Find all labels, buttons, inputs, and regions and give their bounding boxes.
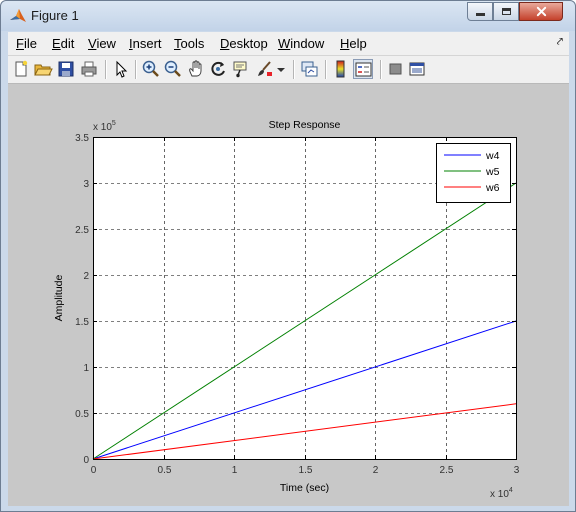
y-tick-label: 0.5 [75,409,89,420]
figure-window: Figure 1 File Edit View Insert Tools Des… [0,0,576,512]
new-figure-icon[interactable] [11,59,31,79]
figure-toolbar [8,56,569,84]
legend[interactable]: w4 w5 w6 [436,143,511,203]
show-plot-tools-icon[interactable] [407,59,427,79]
menu-help[interactable]: Help [340,36,367,51]
open-file-icon[interactable] [33,59,53,79]
save-icon[interactable] [56,59,76,79]
toolbar-separator [325,60,327,79]
chart-title: Step Response [269,119,341,131]
close-button[interactable] [519,2,563,21]
legend-icon[interactable] [353,59,373,79]
x-axis-multiplier: x 104 [490,487,513,500]
minimize-button[interactable] [467,2,493,21]
close-icon [536,6,546,17]
x-tick-label: 0.5 [158,465,172,476]
toolbar-separator [135,60,137,79]
y-tick-label: 3 [83,179,89,190]
maximize-icon [501,8,511,15]
matlab-logo-icon [9,7,27,25]
x-tick-label: 3 [514,465,520,476]
menu-bar: File Edit View Insert Tools Desktop Wind… [8,32,569,56]
menu-file[interactable]: File [16,36,37,51]
title-bar[interactable]: Figure 1 [1,1,575,31]
edit-plot-arrow-icon[interactable] [111,59,131,79]
y-axis-multiplier: x 105 [93,120,116,133]
print-icon[interactable] [79,59,99,79]
window-title: Figure 1 [31,8,79,23]
toolbar-separator [105,60,107,79]
step-response-plot[interactable]: 0 0.5 1 1.5 2 2.5 3 0 0.5 1 1.5 2 2.5 3 3.5 Step Respo… [8,84,569,506]
y-tick-label: 3.5 [75,133,89,144]
link-plot-icon[interactable] [299,59,319,79]
toolbar-separator [380,60,382,79]
hide-plot-tools-icon[interactable] [386,59,406,79]
y-tick-label: 2 [83,271,89,282]
y-tick-label: 1.5 [75,317,89,328]
figure-canvas: 0 0.5 1 1.5 2 2.5 3 0 0.5 1 1.5 2 2.5 3 3.5 Step Respo… [8,84,569,506]
y-tick-label: 1 [83,363,89,374]
legend-label: w4 [485,150,500,162]
menu-tools[interactable]: Tools [174,36,204,51]
x-axis-label: Time (sec) [280,482,329,494]
brush-icon[interactable] [255,59,275,79]
y-tick-label: 0 [83,455,89,466]
x-tick-label: 1 [232,465,238,476]
y-axis-label: Amplitude [53,275,65,322]
x-tick-label: 0 [91,465,97,476]
maximize-button[interactable] [493,2,519,21]
legend-label: w6 [485,182,500,194]
data-cursor-icon[interactable] [231,59,251,79]
y-tick-label: 2.5 [75,225,89,236]
menu-window[interactable]: Window [278,36,324,51]
minimize-icon [475,13,485,16]
x-tick-label: 2.5 [440,465,454,476]
rotate-3d-icon[interactable] [208,59,228,79]
pan-hand-icon[interactable] [186,59,206,79]
dock-arrow-icon[interactable]: ⤤ [557,36,563,49]
toolbar-separator [293,60,295,79]
x-tick-label: 1.5 [299,465,313,476]
zoom-in-icon[interactable] [141,59,161,79]
legend-label: w5 [485,166,500,178]
menu-edit[interactable]: Edit [52,36,74,51]
menu-desktop[interactable]: Desktop [220,36,268,51]
colorbar-icon[interactable] [331,59,351,79]
x-tick-label: 2 [373,465,379,476]
menu-view[interactable]: View [88,36,116,51]
brush-dropdown-icon[interactable] [275,59,287,79]
zoom-out-icon[interactable] [163,59,183,79]
menu-insert[interactable]: Insert [129,36,162,51]
